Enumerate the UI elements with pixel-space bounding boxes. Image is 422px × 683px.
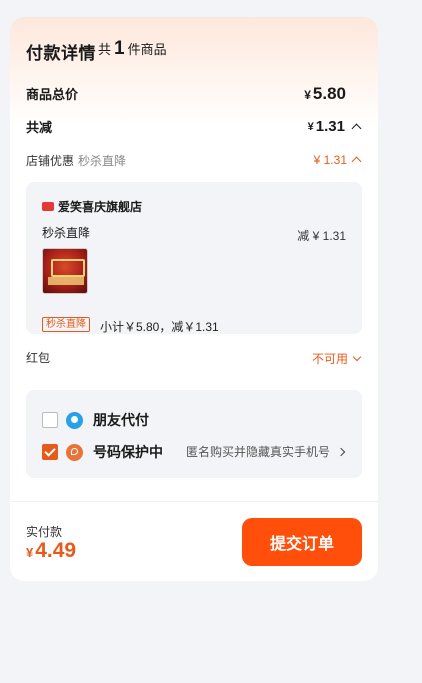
total-price-label: 商品总价 (26, 87, 79, 102)
total-discount-toggle[interactable]: ¥ 1.31 (308, 118, 362, 135)
phone-protect-option[interactable]: 号码保护中 (42, 442, 163, 462)
phone-protect-checkbox[interactable] (42, 444, 58, 460)
payment-details-card: 付款详情 共 1 件商品 商品总价 ¥ 5.80 共减 ¥ 1.31 店铺优惠秒… (10, 17, 378, 581)
page-title: 付款详情 (26, 44, 96, 63)
phone-protect-detail-link[interactable]: 匿名购买并隐藏真实手机号 (186, 443, 346, 460)
item-count: 共 1 件商品 (98, 38, 167, 59)
footer-divider (10, 501, 378, 502)
promo-label: 秒杀直降 (42, 226, 91, 240)
options-box: 朋友代付 号码保护中 匿名购买并隐藏真实手机号 (26, 390, 362, 478)
pay-amount: ¥ 4.49 (26, 539, 77, 562)
header-gradient (10, 17, 378, 127)
chevron-down-icon (352, 352, 362, 362)
red-packet-label: 红包 (26, 351, 51, 365)
shop-logo-icon (42, 202, 54, 211)
shop-discount-toggle[interactable]: ¥ 1.31 (314, 153, 362, 167)
shop-discount-detail: 爱笑喜庆旗舰店 秒杀直降 减 ¥ 1.31 秒杀直降 小计￥5.80，减￥1.3… (26, 182, 362, 334)
phone-protect-icon (66, 443, 83, 461)
pay-amount-label: 实付款 (26, 525, 63, 539)
shop-discount-label: 店铺优惠 秒杀直降 (26, 154, 127, 168)
friend-pay-option[interactable]: 朋友代付 (42, 410, 149, 430)
chevron-right-icon (336, 447, 346, 456)
flash-sale-tag: 秒杀直降 (42, 317, 90, 332)
chevron-up-icon (351, 156, 362, 167)
friend-pay-icon (66, 411, 83, 429)
shop-name: 爱笑喜庆旗舰店 (42, 198, 142, 215)
submit-order-button[interactable]: 提交订单 (242, 518, 362, 566)
chevron-up-icon (351, 123, 362, 133)
product-thumbnail[interactable] (42, 248, 88, 294)
total-price-amount: ¥ 5.80 (304, 84, 346, 103)
promo-amount: 减 ¥ 1.31 (297, 229, 346, 243)
subtotal-text: 小计￥5.80，减￥1.31 (100, 320, 219, 334)
friend-pay-checkbox[interactable] (42, 412, 58, 428)
red-packet-selector[interactable]: 不可用 (312, 350, 362, 367)
total-discount-label: 共减 (26, 120, 53, 135)
